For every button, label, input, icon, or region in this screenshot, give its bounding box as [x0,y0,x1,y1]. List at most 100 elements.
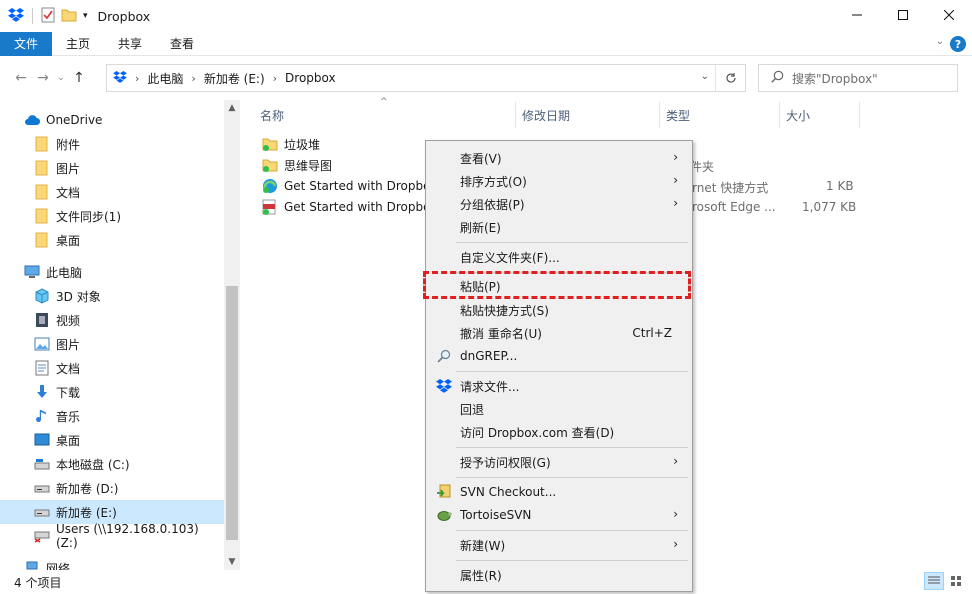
menu-item-give-access[interactable]: 授予访问权限(G) › [428,451,690,473]
sidebar-item-onedrive-documents[interactable]: 文档 [0,180,224,204]
sidebar-item-label: 文件同步(1) [56,209,121,224]
sidebar-item-desktop[interactable]: 桌面 [0,428,224,452]
up-arrow-icon[interactable]: ↑ [68,67,90,89]
menu-item-shortcut: Ctrl+Z [632,326,672,340]
tab-file[interactable]: 文件 [0,31,53,56]
sidebar-item-drive-d[interactable]: 新加卷 (D:) [0,476,224,500]
breadcrumb-drive-e[interactable]: 新加卷 (E:) [204,70,265,87]
sidebar-item-file-sync[interactable]: 文件同步(1) [0,204,224,228]
submenu-arrow-icon: › [673,150,678,164]
sidebar-item-drive-c[interactable]: 本地磁盘 (C:) [0,452,224,476]
sidebar-item-label: 附件 [56,137,81,152]
tortoise-icon [436,507,452,523]
minimize-button[interactable] [834,0,880,30]
minimize-icon [852,14,862,16]
breadcrumb-chevron-icon[interactable]: › [191,72,195,85]
menu-item-svn-checkout[interactable]: SVN Checkout... [428,481,690,503]
search-box[interactable]: 搜索"Dropbox" [758,64,958,92]
properties-icon[interactable] [41,7,55,26]
menu-item-paste-shortcut[interactable]: 粘贴快捷方式(S) [428,299,690,321]
tab-share[interactable]: 共享 [104,32,156,56]
column-header-name[interactable]: 名称 [254,102,516,128]
folder-icon [34,208,50,224]
column-header-size[interactable]: 大小 [780,102,860,128]
menu-item-undo-rename[interactable]: 撤消 重命名(U) Ctrl+Z [428,322,690,344]
expand-ribbon-icon[interactable]: ⌄ [936,36,944,47]
file-row[interactable]: Get Started with Dropbox [258,196,437,218]
sidebar-item-onedrive-pictures[interactable]: 图片 [0,156,224,180]
menu-item-refresh[interactable]: 刷新(E) [428,216,690,238]
menu-item-rewind[interactable]: 回退 [428,398,690,420]
sidebar-item-label: 此电脑 [46,265,83,280]
menu-separator [456,530,688,531]
scroll-down-icon[interactable]: ▼ [224,554,240,570]
sidebar-item-drive-e[interactable]: 新加卷 (E:) [0,500,224,524]
breadcrumb-chevron-icon[interactable]: › [135,72,139,85]
sidebar-item-downloads[interactable]: 下载 [0,380,224,404]
address-dropdown-icon[interactable]: ⌄ [701,71,709,82]
breadcrumb-chevron-icon[interactable]: › [273,72,277,85]
sidebar-item-attachments[interactable]: 附件 [0,132,224,156]
menu-item-group-by[interactable]: 分组依据(P) › [428,193,690,215]
search-placeholder: 搜索"Dropbox" [792,71,878,86]
toolbar-divider [32,8,33,24]
refresh-icon [725,73,736,83]
sidebar-item-this-pc[interactable]: 此电脑 [0,260,224,284]
maximize-button[interactable] [880,0,926,30]
menu-item-tortoisesvn[interactable]: TortoiseSVN › [428,504,690,526]
menu-item-request-files[interactable]: 请求文件... [428,375,690,397]
file-type: 件夹 [690,160,715,174]
desktop-icon [34,432,50,448]
navigation-scrollbar[interactable]: ▲ ▼ [224,100,240,570]
new-folder-icon[interactable] [61,7,77,26]
sidebar-item-onedrive[interactable]: OneDrive [0,108,224,132]
menu-item-sort-by[interactable]: 排序方式(O) › [428,170,690,192]
breadcrumb-this-pc[interactable]: 此电脑 [147,70,183,87]
refresh-button[interactable] [715,65,745,91]
sidebar-item-label: 文档 [56,185,81,200]
file-row[interactable]: 垃圾堆 [258,133,320,155]
menu-item-label: 分组依据(P) [460,197,525,212]
recent-locations-icon[interactable]: ⌄ [54,67,68,89]
file-row[interactable]: Get Started with Dropbox [258,175,437,197]
sidebar-item-music[interactable]: 音乐 [0,404,224,428]
sidebar-item-documents[interactable]: 文档 [0,356,224,380]
sidebar-item-videos[interactable]: 视频 [0,308,224,332]
menu-item-label: 刷新(E) [460,220,501,235]
menu-separator [456,477,688,478]
tab-view[interactable]: 查看 [156,32,208,56]
large-icons-view-icon[interactable] [946,572,966,590]
document-icon [34,360,50,376]
back-arrow-icon[interactable]: ← [10,67,32,89]
scrollbar-thumb[interactable] [226,286,238,540]
forward-arrow-icon[interactable]: → [32,67,54,89]
help-icon[interactable]: ? [950,36,966,52]
tab-home[interactable]: 主页 [52,32,104,56]
details-view-icon[interactable] [924,572,944,590]
file-name: 垃圾堆 [284,137,321,152]
sidebar-item-network-drive-z[interactable]: Users (\\192.168.0.103) (Z:) [0,522,224,550]
menu-item-dngrep[interactable]: dnGREP... [428,345,690,367]
scroll-up-icon[interactable]: ▲ [224,100,240,116]
menu-item-new[interactable]: 新建(W) › [428,534,690,556]
column-header-type[interactable]: 类型 [660,102,780,128]
menu-item-properties[interactable]: 属性(R) [428,564,690,586]
file-row[interactable]: 思维导图 [258,154,332,176]
sidebar-item-onedrive-desktop[interactable]: 桌面 [0,228,224,252]
menu-item-view-on-dropbox[interactable]: 访问 Dropbox.com 查看(D) [428,421,690,443]
column-header-date[interactable]: 修改日期 [516,102,660,128]
sidebar-item-network[interactable]: 网络 [0,556,224,570]
submenu-arrow-icon: › [673,173,678,187]
address-bar[interactable]: › 此电脑 › 新加卷 (E:) › Dropbox ⌄ [106,64,746,92]
breadcrumb-dropbox[interactable]: Dropbox [285,71,336,85]
close-button[interactable] [926,0,972,30]
menu-item-view[interactable]: 查看(V) › [428,147,690,169]
menu-item-customize-folder[interactable]: 自定义文件夹(F)... [428,246,690,268]
dropbox-location-icon [113,70,127,86]
customize-toolbar-icon[interactable]: ▾ [83,11,88,21]
menu-item-label: 请求文件... [460,379,520,394]
dropbox-icon[interactable] [8,7,24,25]
sidebar-item-3d-objects[interactable]: 3D 对象 [0,284,224,308]
window-title: Dropbox [97,8,151,24]
sidebar-item-pictures[interactable]: 图片 [0,332,224,356]
